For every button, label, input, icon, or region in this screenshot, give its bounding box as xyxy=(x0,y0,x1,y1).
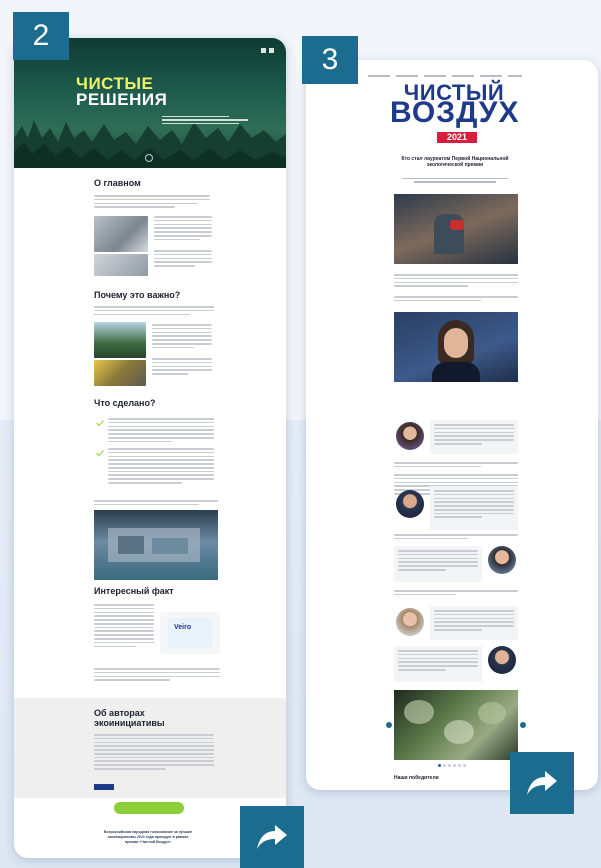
text-block xyxy=(94,604,154,649)
quote-box xyxy=(394,546,482,582)
factory-photo xyxy=(94,216,148,252)
number-badge-3: 3 xyxy=(302,36,358,84)
year-badge: 2021 xyxy=(437,132,477,143)
section-title-authors: Об авторах экоинициативы xyxy=(94,708,165,728)
text-block xyxy=(154,250,212,269)
quote-box xyxy=(430,486,518,530)
hero-title: ЧИСТЫЕ РЕШЕНИЯ xyxy=(76,74,168,109)
section-title-why: Почему это важно? xyxy=(94,290,181,300)
company-logo xyxy=(94,784,114,790)
winners-title: Наши победители xyxy=(394,775,439,781)
text-block xyxy=(94,668,220,683)
pipes-photo xyxy=(94,254,148,276)
text-block xyxy=(108,448,214,486)
section-title-fact: Интересный факт xyxy=(94,586,174,596)
text-block xyxy=(394,590,518,598)
winners-photo-carousel[interactable] xyxy=(394,690,518,760)
avatar-man-3 xyxy=(488,646,516,674)
text-block xyxy=(94,734,214,772)
quote-box xyxy=(430,606,518,640)
hero-icons xyxy=(261,48,274,53)
avatar-woman-2 xyxy=(396,608,424,636)
text-block xyxy=(154,216,212,242)
avatar-man-1 xyxy=(396,490,424,518)
section-title-about: О главном xyxy=(94,178,141,188)
share-button-1[interactable] xyxy=(240,806,304,868)
forest-mountain-photo xyxy=(94,322,146,358)
text-block xyxy=(94,306,214,317)
text-block xyxy=(94,195,210,210)
text-block xyxy=(394,274,518,289)
carousel-next-dot[interactable] xyxy=(520,722,526,728)
product-package-image: Veiro xyxy=(160,612,220,654)
hero-note xyxy=(162,116,258,125)
checkmark-icon xyxy=(96,420,104,426)
share-button-2[interactable] xyxy=(510,752,574,814)
green-cta-button[interactable] xyxy=(114,802,184,814)
text-block xyxy=(94,500,218,508)
avatar-woman xyxy=(396,422,424,450)
section-title-done: Что сделано? xyxy=(94,398,156,408)
video-player-1[interactable] xyxy=(394,194,518,264)
scroll-down-circle[interactable] xyxy=(145,154,153,162)
text-block xyxy=(152,358,212,377)
text-block xyxy=(394,296,518,304)
carousel-pagination[interactable] xyxy=(438,764,466,767)
video-player[interactable] xyxy=(94,510,218,580)
quote-box xyxy=(430,420,518,454)
video-player-2[interactable] xyxy=(394,312,518,382)
text-block xyxy=(394,462,518,470)
text-block xyxy=(108,418,214,444)
award-logo: ЧИСТЫЙ ВОЗДУХ xyxy=(390,80,520,129)
number-badge-2: 2 xyxy=(13,12,69,60)
preview-card-chistye-resheniya[interactable]: ЧИСТЫЕ РЕШЕНИЯ О главном Почему это важн… xyxy=(14,38,286,858)
checkmark-icon xyxy=(96,450,104,456)
avatar-man-2 xyxy=(488,546,516,574)
article-subtitle xyxy=(396,176,514,185)
share-arrow-icon xyxy=(527,771,557,795)
quote-box xyxy=(394,646,482,682)
text-block xyxy=(394,534,518,542)
text-block xyxy=(152,324,212,350)
carousel-prev-dot[interactable] xyxy=(386,722,392,728)
share-arrow-icon xyxy=(257,825,287,849)
preview-card-chistyi-vozduh[interactable]: ЧИСТЫЙ ВОЗДУХ 2021 Кто стал лауреатом Пе… xyxy=(306,60,598,790)
footer-note: Всероссийская народная голосование за лу… xyxy=(103,830,193,844)
article-headline: Кто стал лауреатом Первой Национальной э… xyxy=(401,156,509,168)
top-navigation xyxy=(368,75,522,77)
machinery-photo xyxy=(94,360,146,386)
